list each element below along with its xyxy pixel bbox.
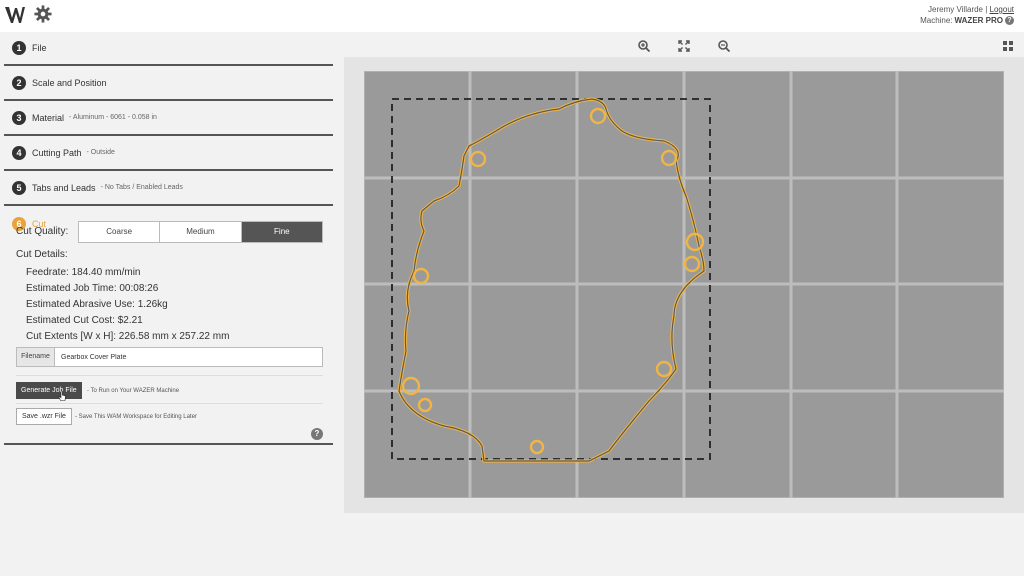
- detail-cut-extents: Cut Extents [W x H]: 226.58 mm x 257.22 …: [26, 331, 230, 342]
- machine-info: Machine: WAZER PRO ?: [920, 16, 1014, 25]
- save-note: - Save This WAM Workspace for Editing La…: [75, 414, 197, 420]
- gear-icon[interactable]: [34, 5, 52, 23]
- help-icon[interactable]: ?: [311, 428, 323, 440]
- quality-fine-button[interactable]: Fine: [241, 222, 322, 242]
- step-number: 2: [12, 75, 26, 90]
- cut-quality-label: Cut Quality:: [16, 226, 69, 237]
- step-tabs-leads[interactable]: 5 Tabs and Leads - No Tabs / Enabled Lea…: [4, 171, 333, 206]
- step-title: Tabs and Leads: [32, 182, 96, 193]
- generate-note: - To Run on Your WAZER Machine: [87, 388, 180, 394]
- machine-prefix: Machine:: [920, 16, 953, 25]
- user-name: Jeremy Villarde: [928, 5, 983, 14]
- quality-medium-button[interactable]: Medium: [160, 222, 242, 242]
- step-number: 1: [12, 40, 26, 55]
- zoom-out-icon[interactable]: [718, 40, 730, 52]
- save-wzr-file-button[interactable]: Save .wzr File: [16, 408, 72, 425]
- step-number: 5: [12, 180, 26, 195]
- grid-icon[interactable]: [1003, 41, 1013, 51]
- step-material[interactable]: 3 Material - Aluminum - 6061 - 0.058 in: [4, 101, 333, 136]
- mouse-pointer-icon: [58, 391, 66, 401]
- filename-label: Filename: [17, 348, 55, 366]
- machine-help-icon[interactable]: ?: [1005, 16, 1014, 25]
- divider: [16, 403, 323, 404]
- panel-bottom-rule: [4, 443, 333, 445]
- logout-link[interactable]: Logout: [990, 5, 1014, 14]
- detail-feedrate: Feedrate: 184.40 mm/min: [26, 267, 141, 278]
- machine-name: WAZER PRO: [954, 16, 1003, 25]
- wazer-logo-icon[interactable]: [4, 4, 26, 26]
- step-number: 4: [12, 145, 26, 160]
- step-number: 3: [12, 110, 26, 125]
- detail-cut-cost: Estimated Cut Cost: $2.21: [26, 315, 143, 326]
- zoom-in-icon[interactable]: [638, 40, 650, 52]
- step-title: Material: [32, 112, 65, 123]
- detail-job-time: Estimated Job Time: 00:08:26: [26, 283, 159, 294]
- step-scale-position[interactable]: 2 Scale and Position: [4, 66, 333, 101]
- step-subtitle: - Aluminum - 6061 - 0.058 in: [69, 114, 157, 121]
- filename-field: Filename: [16, 347, 323, 367]
- filename-input[interactable]: [55, 348, 322, 366]
- divider: [16, 375, 323, 376]
- detail-abrasive-use: Estimated Abrasive Use: 1.26kg: [26, 299, 168, 310]
- step-subtitle: - Outside: [86, 149, 115, 156]
- top-bar: Jeremy Villarde | Logout Machine: WAZER …: [0, 0, 1024, 32]
- cutting-bed[interactable]: [364, 71, 1004, 498]
- cut-quality-selector: Coarse Medium Fine: [78, 221, 323, 243]
- step-title: Scale and Position: [32, 77, 107, 88]
- step-file[interactable]: 1 File: [4, 31, 333, 66]
- generate-job-file-button[interactable]: Generate Job File: [16, 382, 82, 399]
- fit-to-screen-icon[interactable]: [678, 40, 690, 52]
- step-title: File: [32, 42, 47, 53]
- step-title: Cutting Path: [32, 147, 82, 158]
- step-cutting-path[interactable]: 4 Cutting Path - Outside: [4, 136, 333, 171]
- user-info: Jeremy Villarde | Logout: [928, 5, 1014, 14]
- step-subtitle: - No Tabs / Enabled Leads: [100, 184, 183, 191]
- cut-details-label: Cut Details:: [16, 249, 68, 260]
- quality-coarse-button[interactable]: Coarse: [79, 222, 161, 242]
